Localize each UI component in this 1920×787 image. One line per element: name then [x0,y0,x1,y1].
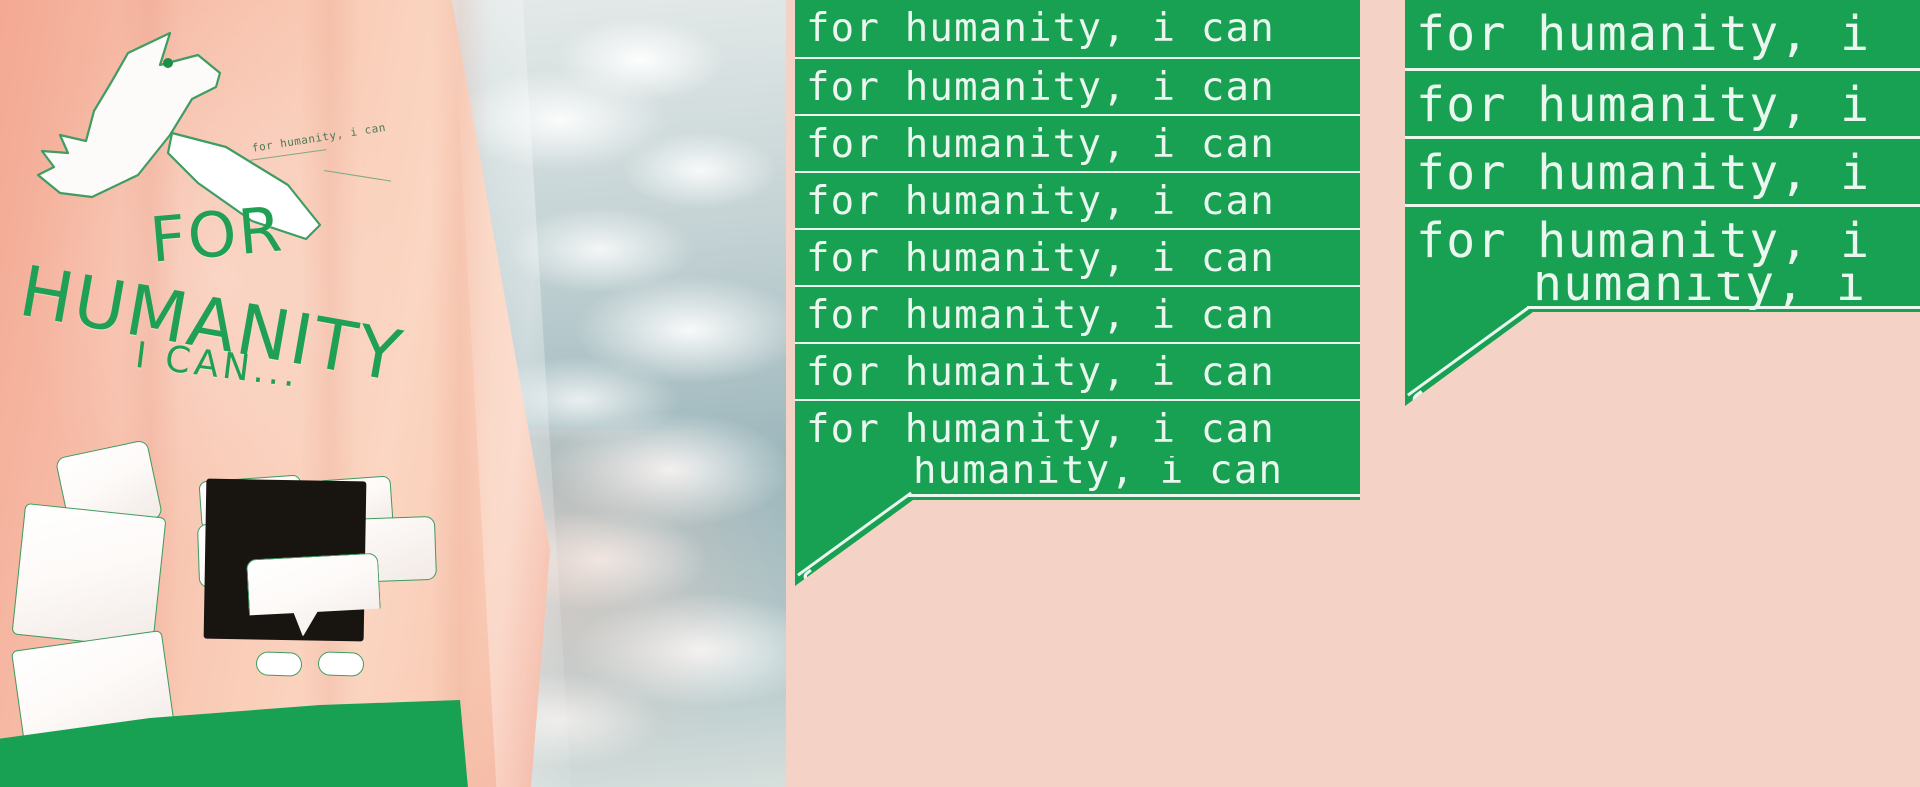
bar-row: for humanity, i can [795,399,1360,456]
bar-row: for humanity, i [1405,204,1920,272]
bar-row: for humanity, i [1405,0,1920,68]
photo-panel-gutter [786,0,795,787]
bar-row: for humanity, i can [795,228,1360,285]
bar-row: for humanity, i can [795,114,1360,171]
angled-row-trailing-text: humanity, i [1533,272,1867,312]
banner-title-for: FOR [147,192,287,277]
middle-panel-pink-area [795,600,1360,787]
bar-row: for humanity, i can [795,171,1360,228]
bar-row: for humanity, i can [795,285,1360,342]
bar-row: for humanity, i can [795,57,1360,114]
right-panel-pink-area [1405,420,1920,787]
bar-row: for humanity, i [1405,68,1920,136]
paper-shape [11,502,167,650]
bar-row: for humanity, i can [795,342,1360,399]
laptop-key [255,651,303,677]
bar-row: for humanity, i [1405,136,1920,204]
angled-bar-row: for humanity, i can [795,456,1360,601]
angled-rule-horizontal [908,494,1360,497]
poster-canvas: for humanity, i can FOR HUMANITY I CAN..… [0,0,1920,787]
middle-bar-panel: for humanity, i can for humanity, i can … [795,0,1360,787]
bar-row: for humanity, i can [795,0,1360,57]
photo-panel: for humanity, i can FOR HUMANITY I CAN..… [0,0,786,787]
angled-row-trailing-text: humanity, i can [913,456,1284,493]
angled-bar-row: for humanity, i [1405,272,1920,420]
panel-gap-strip [1360,0,1405,787]
laptop-key [317,651,365,677]
right-bar-panel: for humanity, i for humanity, i for huma… [1405,0,1920,787]
